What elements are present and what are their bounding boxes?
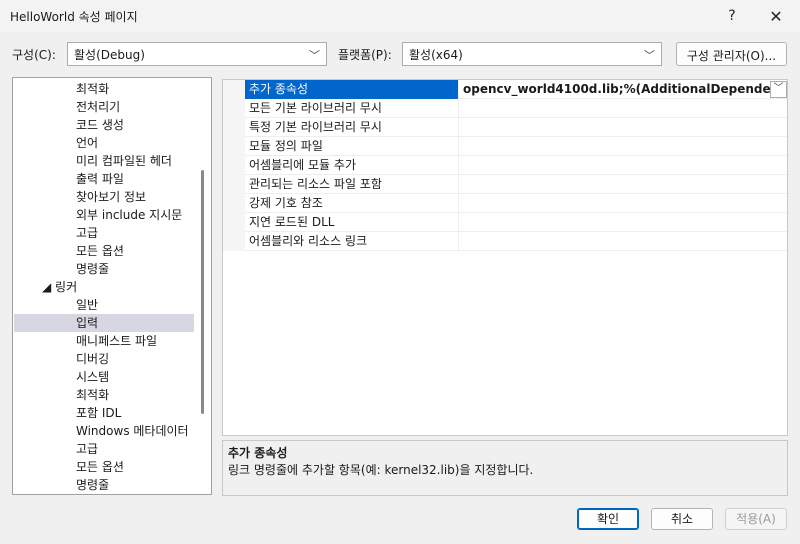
property-grid: 추가 종속성 opencv_world4100d.lib;%(Additiona…	[222, 79, 788, 436]
property-value[interactable]	[461, 194, 771, 213]
property-value[interactable]	[461, 156, 771, 175]
tree-item[interactable]: 최적화	[14, 386, 194, 404]
apply-button[interactable]: 적용(A)	[725, 508, 787, 530]
property-row[interactable]: 어셈블리에 모듈 추가	[223, 156, 787, 175]
row-gutter	[223, 175, 245, 194]
configuration-row: 구성(C): 활성(Debug) ﹀ 플랫폼(P): 활성(x64) ﹀ 구성 …	[0, 42, 800, 66]
tree-item[interactable]: 언어	[14, 134, 194, 152]
configuration-dropdown[interactable]: 활성(Debug) ﹀	[67, 42, 327, 66]
tree-item[interactable]: 모든 옵션	[14, 242, 194, 260]
tree-item-input[interactable]: 입력	[14, 314, 194, 332]
close-button[interactable]: ✕	[754, 0, 798, 32]
tree-item[interactable]: 모든 옵션	[14, 458, 194, 476]
property-name: 모든 기본 라이브러리 무시	[245, 99, 459, 118]
property-name: 강제 기호 참조	[245, 194, 459, 213]
platform-label: 플랫폼(P):	[338, 48, 392, 62]
property-name: 모듈 정의 파일	[245, 137, 459, 156]
platform-value: 활성(x64)	[409, 48, 463, 62]
platform-dropdown[interactable]: 활성(x64) ﹀	[402, 42, 662, 66]
property-value[interactable]	[461, 118, 771, 137]
help-button[interactable]: ?	[710, 0, 754, 32]
ok-button[interactable]: 확인	[577, 508, 639, 530]
configuration-manager-button[interactable]: 구성 관리자(O)...	[676, 42, 787, 66]
tree-item[interactable]: 매니페스트 파일	[14, 332, 194, 350]
tree-item[interactable]: 시스템	[14, 368, 194, 386]
property-name: 어셈블리와 리소스 링크	[245, 232, 459, 251]
cancel-button[interactable]: 취소	[651, 508, 713, 530]
row-gutter	[223, 232, 245, 251]
tree-item[interactable]: 최적화	[14, 80, 194, 98]
row-gutter	[223, 156, 245, 175]
chevron-down-icon: ﹀	[309, 49, 320, 62]
row-gutter	[223, 99, 245, 118]
property-name: 지연 로드된 DLL	[245, 213, 459, 232]
tree-item[interactable]: 고급	[14, 440, 194, 458]
property-value[interactable]	[461, 137, 771, 156]
tree-item[interactable]: Windows 메타데이터	[14, 422, 194, 440]
property-name: 추가 종속성	[245, 80, 459, 99]
tree-item[interactable]: 고급	[14, 224, 194, 242]
property-row[interactable]: 모든 기본 라이브러리 무시	[223, 99, 787, 118]
property-value[interactable]	[461, 213, 771, 232]
property-row[interactable]: 관리되는 리소스 파일 포함	[223, 175, 787, 194]
tree-item[interactable]: 출력 파일	[14, 170, 194, 188]
row-gutter	[223, 194, 245, 213]
property-name: 어셈블리에 모듈 추가	[245, 156, 459, 175]
tree-item[interactable]: 전처리기	[14, 98, 194, 116]
row-gutter	[223, 137, 245, 156]
tree-item[interactable]: 포함 IDL	[14, 404, 194, 422]
help-icon: ?	[728, 8, 736, 24]
property-value[interactable]	[461, 99, 771, 118]
tree-item[interactable]: 외부 include 지시문	[14, 206, 194, 224]
tree-item[interactable]: 미리 컴파일된 헤더	[14, 152, 194, 170]
row-gutter	[223, 213, 245, 232]
title-bar: HelloWorld 속성 페이지 ? ✕	[0, 0, 800, 32]
tree-scrollbar[interactable]	[201, 170, 204, 414]
property-name: 특정 기본 라이브러리 무시	[245, 118, 459, 137]
configuration-value: 활성(Debug)	[74, 48, 145, 62]
description-title: 추가 종속성	[228, 446, 288, 460]
tree-item[interactable]: 디버깅	[14, 350, 194, 368]
tree-item[interactable]: 명령줄	[14, 476, 194, 494]
close-icon: ✕	[769, 6, 783, 26]
property-value[interactable]	[461, 175, 771, 194]
property-value[interactable]: opencv_world4100d.lib;%(AdditionalDepend…	[461, 80, 771, 99]
property-tree[interactable]: 최적화 전처리기 코드 생성 언어 미리 컴파일된 헤더 출력 파일 찾아보기 …	[12, 77, 212, 495]
chevron-down-icon[interactable]: ﹀	[770, 81, 787, 98]
tree-item[interactable]: 명령줄	[14, 260, 194, 278]
description-panel: 추가 종속성 링크 명령줄에 추가할 항목(예: kernel32.lib)을 …	[222, 440, 788, 496]
row-gutter	[223, 80, 245, 99]
property-name: 관리되는 리소스 파일 포함	[245, 175, 459, 194]
tree-item[interactable]: 찾아보기 정보	[14, 188, 194, 206]
property-row[interactable]: 추가 종속성 opencv_world4100d.lib;%(Additiona…	[223, 80, 787, 99]
tree-item[interactable]: 코드 생성	[14, 116, 194, 134]
property-row[interactable]: 강제 기호 참조	[223, 194, 787, 213]
window-title: HelloWorld 속성 페이지	[10, 10, 138, 24]
property-value[interactable]	[461, 232, 771, 251]
tree-item-linker[interactable]: ◢ 링커	[14, 278, 194, 296]
description-text: 링크 명령줄에 추가할 항목(예: kernel32.lib)을 지정합니다.	[228, 463, 534, 477]
property-row[interactable]: 어셈블리와 리소스 링크	[223, 232, 787, 251]
property-row[interactable]: 모듈 정의 파일	[223, 137, 787, 156]
property-row[interactable]: 지연 로드된 DLL	[223, 213, 787, 232]
tree-item[interactable]: 일반	[14, 296, 194, 314]
chevron-down-icon: ﹀	[644, 49, 655, 62]
row-gutter	[223, 118, 245, 137]
configuration-label: 구성(C):	[12, 48, 56, 62]
property-row[interactable]: 특정 기본 라이브러리 무시	[223, 118, 787, 137]
